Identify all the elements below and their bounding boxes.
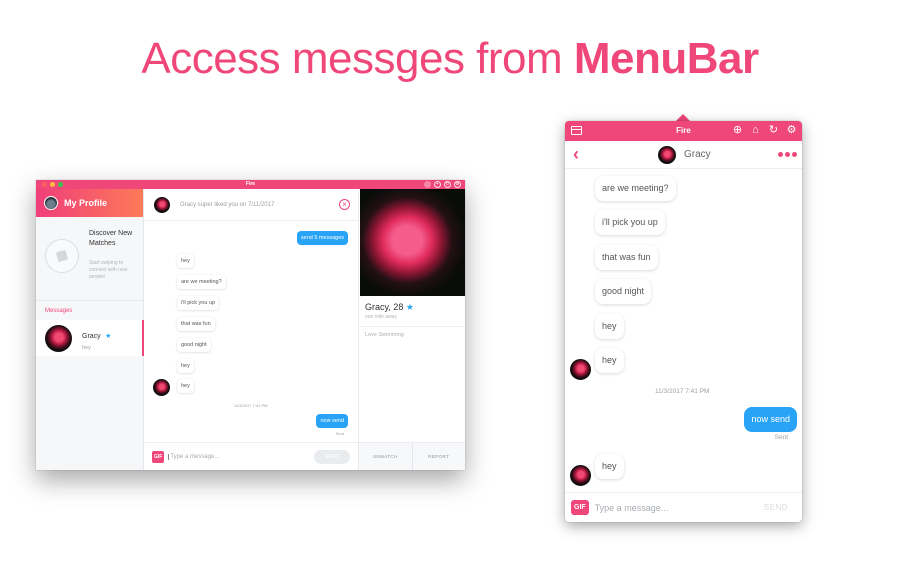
settings-icon[interactable]: ⚙ [785,124,798,137]
profile-distance: one mile away [365,314,397,320]
more-options-icon[interactable] [778,152,797,157]
avatar [45,324,72,352]
avatar [570,465,591,486]
conversation-item[interactable]: Gracy ★ hey [36,320,144,356]
chat-header: Gracy super liked you on 7/11/2017 × [144,189,358,221]
profile-photo[interactable] [360,189,465,296]
home-icon[interactable]: ⌂ [749,124,762,137]
avatar [153,379,170,396]
gif-button[interactable]: GIF [571,500,589,515]
add-icon[interactable]: ⊕ [731,124,744,137]
message-composer: GIF Type a message... SEND [144,442,358,470]
message-bubble-in: that was fun [177,317,215,331]
cards-icon [45,239,79,273]
my-profile-button[interactable]: My Profile [36,189,143,217]
gif-button[interactable]: GIF [152,450,165,463]
star-icon: ★ [405,302,414,312]
avatar [570,359,591,380]
message-bubble-in: hey [177,359,194,373]
headline-emphasis: MenuBar [573,34,759,83]
avatar [44,196,58,210]
my-profile-label: My Profile [64,198,108,208]
message-bubble-out: send 5 messages [296,231,348,245]
popover-titlebar: Fire ⊕ ⌂ ↻ ⚙ [565,121,802,141]
message-bubble-in: hey [177,254,194,268]
message-bubble-in: hey [595,348,624,373]
message-bubble-in: hey [595,454,624,479]
refresh-icon[interactable]: ↻ [444,181,451,188]
menubar-popover: Fire ⊕ ⌂ ↻ ⚙ ‹ Gracy are we meeting? i'l… [565,121,802,522]
star-icon: ★ [105,333,112,340]
avatar [658,146,676,164]
message-bubble-out: now send [744,407,797,432]
refresh-icon[interactable]: ↻ [767,124,780,137]
contact-name: Gracy [684,149,711,160]
super-like-notice: Gracy super liked you on 7/11/2017 [180,201,275,208]
send-button[interactable]: SEND [314,449,350,464]
window-title: Fire [245,181,256,187]
avatar [154,196,170,213]
message-timestamp: 11/3/2017 7:41 PM [655,388,710,395]
back-chevron-icon[interactable]: ‹ [573,144,579,165]
message-bubble-in: i'll pick you up [595,210,665,235]
message-bubble-in: are we meeting? [595,176,676,201]
message-timestamp: 11/3/2017 7:41 PM [234,403,268,408]
conversation-header: ‹ Gracy [565,141,802,169]
message-bubble-in: hey [595,314,624,339]
notification-icon[interactable] [424,181,431,188]
desktop-window: Fire + ↻ ⚙ My Profile Discover New Match… [36,180,465,470]
sidebar: My Profile Discover New Matches Start sw… [36,189,144,470]
profile-panel: Gracy, 28 ★ one mile away Love Swimming … [359,189,465,470]
profile-name: Gracy, 28 [365,302,404,312]
sent-status: Sent [774,434,788,441]
send-button[interactable]: SEND [764,503,788,512]
message-input[interactable]: Type a message... [168,453,314,460]
message-bubble-in: are we meeting? [177,275,226,289]
headline: Access messges from MenuBar [0,34,900,84]
add-icon[interactable]: + [434,181,441,188]
message-bubble-in: that was fun [595,245,658,270]
message-bubble-out: now send [316,414,348,428]
close-icon[interactable]: × [339,199,350,210]
report-button[interactable]: REPORT [413,443,466,470]
message-bubble-in: i'll pick you up [177,296,220,310]
headline-prefix: Access messges from [141,34,574,83]
settings-icon[interactable]: ⚙ [454,181,461,188]
discover-subtitle: Start swiping to connect with new people… [89,260,128,280]
message-composer: GIF Type a message... SEND [565,492,802,522]
profile-bio: Love Swimming [365,332,404,338]
conversation-preview: hey [82,345,91,351]
chat-panel: Gracy super liked you on 7/11/2017 × sen… [144,189,359,470]
message-bubble-in: hey [177,379,194,393]
conversation-name: Gracy [82,333,101,340]
discover-title: Discover New Matches [89,230,133,247]
window-titlebar[interactable]: Fire + ↻ ⚙ [36,180,465,189]
divider [359,326,465,327]
message-bubble-in: good night [595,279,652,304]
message-bubble-in: good night [177,338,211,352]
sent-status: Sent [335,431,344,436]
message-input[interactable]: Type a message... [595,503,764,513]
discover-new-matches[interactable]: Discover New Matches Start swiping to co… [36,217,143,301]
unmatch-button[interactable]: UNMATCH [359,443,413,470]
messages-section-label: Messages [45,308,73,314]
